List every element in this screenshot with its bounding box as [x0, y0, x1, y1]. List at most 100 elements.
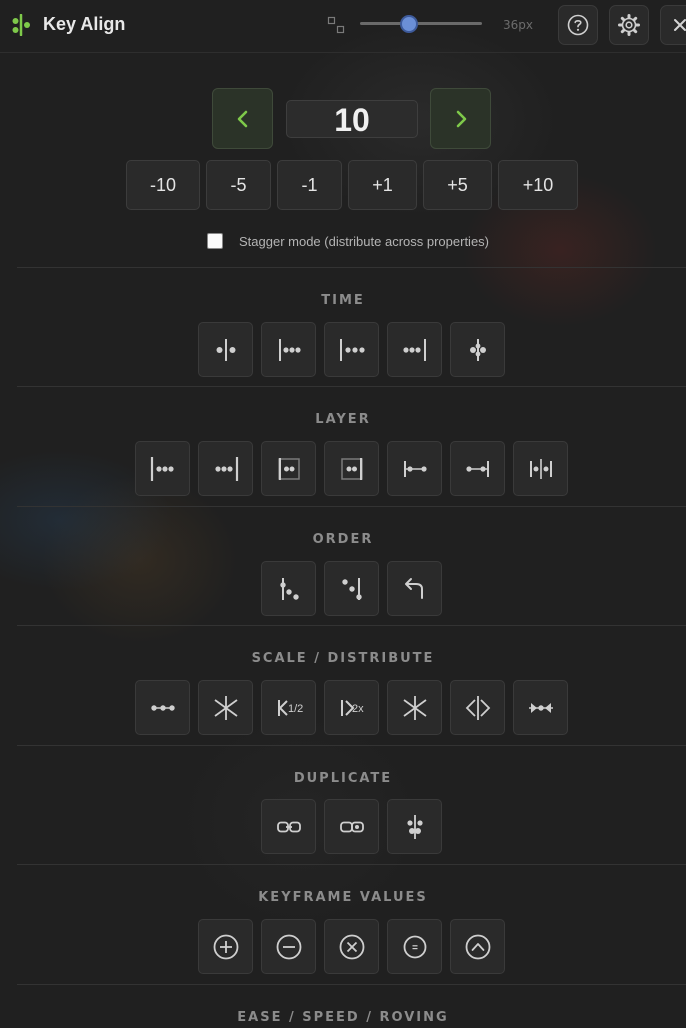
icon-size-slider-thumb[interactable] [399, 15, 418, 33]
section-divider [17, 984, 686, 985]
step-minus-1-button[interactable]: -1 [277, 160, 342, 210]
svg-text:1/2: 1/2 [288, 703, 303, 715]
scale-double-button[interactable]: 2x [324, 680, 379, 735]
duplicate-link-icon [276, 821, 301, 832]
stagger-mode-label[interactable]: Stagger mode (distribute across properti… [239, 234, 489, 249]
step-plus-1-button[interactable]: +1 [348, 160, 417, 210]
section-title-keyframe-values: KEYFRAME VALUES [258, 890, 428, 905]
question-circle-icon [567, 14, 589, 36]
help-button[interactable] [558, 5, 598, 45]
title-bar: Key Align 36px [0, 0, 686, 53]
marker-start-icon [403, 460, 427, 477]
section-divider [17, 625, 686, 626]
section-divider [17, 386, 686, 387]
time-align-start-button[interactable] [261, 322, 316, 377]
step-minus-10-button[interactable]: -10 [126, 160, 200, 210]
gear-icon [618, 14, 640, 36]
section-divider [17, 745, 686, 746]
section-title-layer: LAYER [315, 412, 371, 427]
time-align-cross-button[interactable] [450, 322, 505, 377]
work-area-end-button[interactable] [324, 441, 379, 496]
icon-size-value: 36px [503, 18, 533, 32]
value-subtract-button[interactable] [261, 919, 316, 974]
svg-text:2x: 2x [352, 703, 364, 715]
reverse-icon [404, 577, 423, 599]
subtract-value-icon [276, 934, 301, 959]
duplicate-chain-button[interactable] [324, 799, 379, 854]
app-title: Key Align [43, 14, 126, 34]
section-divider [17, 267, 686, 268]
value-equal-button[interactable] [387, 919, 442, 974]
step-plus-10-button[interactable]: +10 [498, 160, 578, 210]
duplicate-stack-button[interactable] [387, 799, 442, 854]
chevron-left-icon [237, 110, 247, 127]
settings-button[interactable] [609, 5, 649, 45]
value-ease-button[interactable] [450, 919, 505, 974]
marker-split-icon [529, 458, 552, 479]
converge-icon [528, 702, 553, 713]
work-area-start-icon [277, 457, 300, 480]
increment-button[interactable] [430, 88, 491, 149]
work-area-end-icon [340, 457, 363, 480]
converge-button[interactable] [513, 680, 568, 735]
marker-start-button[interactable] [387, 441, 442, 496]
section-title-duplicate: DUPLICATE [293, 771, 393, 786]
scale-half-icon: 1/2 [277, 699, 303, 716]
scale-double-icon: 2x [340, 699, 364, 716]
time-align-start-spread-button[interactable] [324, 322, 379, 377]
scale-half-button[interactable]: 1/2 [261, 680, 316, 735]
multiply-value-icon [339, 934, 364, 959]
cascade-up-icon [341, 577, 362, 600]
collapse-icon [402, 695, 427, 720]
key-align-logo-icon [12, 14, 30, 36]
value-add-button[interactable] [198, 919, 253, 974]
section-divider [17, 864, 686, 865]
ease-value-icon [465, 934, 490, 959]
align-start-icon [278, 338, 301, 361]
marker-end-icon [465, 460, 489, 477]
stagger-mode-checkbox[interactable] [207, 233, 223, 249]
order-cascade-up-button[interactable] [324, 561, 379, 616]
section-title-scale-distribute: SCALE / DISTRIBUTE [251, 651, 435, 666]
distribute-evenly-button[interactable] [135, 680, 190, 735]
duplicate-link-button[interactable] [261, 799, 316, 854]
step-value-display[interactable]: 10 [286, 100, 418, 138]
layer-in-point-icon [150, 456, 174, 481]
work-area-start-button[interactable] [261, 441, 316, 496]
step-plus-5-button[interactable]: +5 [423, 160, 492, 210]
compress-button[interactable] [198, 680, 253, 735]
time-align-center-button[interactable] [198, 322, 253, 377]
section-title-order: ORDER [312, 532, 374, 547]
chevron-right-icon [456, 110, 466, 127]
align-center-icon [216, 338, 235, 361]
align-cross-icon [469, 338, 486, 361]
icon-size-icon [327, 16, 345, 34]
close-icon [674, 19, 686, 31]
layer-in-point-button[interactable] [135, 441, 190, 496]
distribute-icon [150, 704, 175, 711]
section-title-time: TIME [321, 293, 365, 308]
order-reverse-button[interactable] [387, 561, 442, 616]
section-title-ease-speed-roving: EASE / SPEED / ROVING [237, 1010, 449, 1025]
layer-out-point-button[interactable] [198, 441, 253, 496]
duplicate-stack-icon [406, 814, 423, 839]
section-divider [17, 506, 686, 507]
close-button[interactable] [660, 5, 686, 45]
value-multiply-button[interactable] [324, 919, 379, 974]
stagger-mode-row: Stagger mode (distribute across properti… [207, 232, 489, 250]
marker-end-button[interactable] [450, 441, 505, 496]
decrement-button[interactable] [212, 88, 273, 149]
align-end-icon [402, 338, 426, 361]
duplicate-chain-icon [339, 821, 364, 832]
expand-icon [465, 695, 490, 720]
expand-button[interactable] [450, 680, 505, 735]
order-cascade-down-button[interactable] [261, 561, 316, 616]
background [0, 0, 686, 1028]
marker-split-button[interactable] [513, 441, 568, 496]
layer-out-point-icon [214, 456, 238, 481]
icon-size-slider-track[interactable] [360, 22, 482, 25]
step-minus-5-button[interactable]: -5 [206, 160, 271, 210]
align-start-spread-icon [339, 338, 365, 361]
collapse-button[interactable] [387, 680, 442, 735]
time-align-end-button[interactable] [387, 322, 442, 377]
